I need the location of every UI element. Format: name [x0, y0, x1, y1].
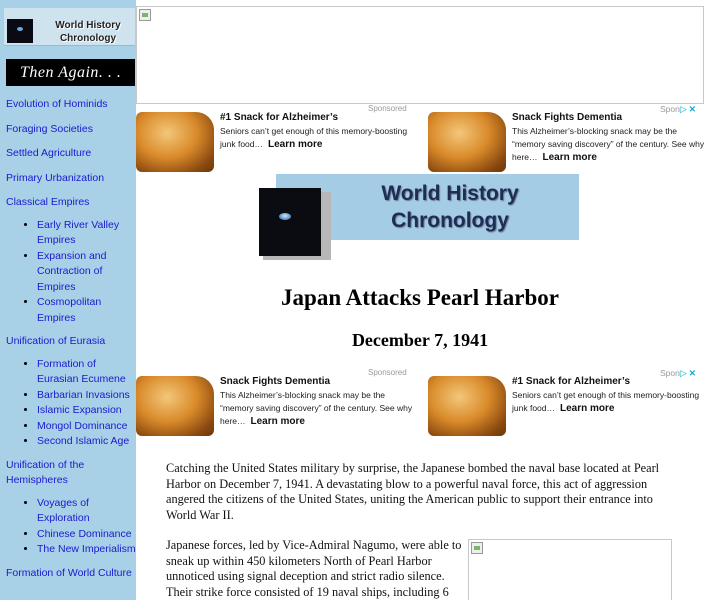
ad-description-text: This Alzheimer’s-blocking snack may be t… [512, 126, 705, 162]
ad-title[interactable]: Snack Fights Dementia [512, 112, 622, 123]
learn-more-link[interactable]: Learn more [251, 416, 305, 427]
earth-icon [7, 19, 33, 43]
nav-subitem-barbarian-invasions[interactable]: Barbarian Invasions [37, 388, 136, 404]
nav-subitem-mongol-dominance[interactable]: Mongol Dominance [37, 419, 136, 435]
learn-more-link[interactable]: Learn more [543, 152, 597, 163]
article-paragraph: Catching the United States military by s… [166, 461, 660, 523]
nav-subitem-chinese-dominance[interactable]: Chinese Dominance [37, 527, 136, 543]
nav-item-unification-of-the-hemispheres[interactable]: Unification of the Hemispheres [6, 458, 136, 489]
page-title: Japan Attacks Pearl Harbor [281, 285, 559, 310]
close-icon[interactable]: ✕ [689, 368, 696, 378]
nav-subitem-second-islamic-age[interactable]: Second Islamic Age [37, 434, 136, 450]
ad-row-1: Sponsored #1 Snack for Alzheimer’s Senio… [136, 104, 704, 172]
ad-choices[interactable]: Spon▷ ✕ [660, 104, 696, 115]
article-paragraph: Japanese forces, led by Vice-Admiral Nag… [166, 538, 462, 600]
ad-image[interactable] [428, 376, 506, 436]
ad-description: Seniors can’t get enough of this memory-… [220, 125, 416, 151]
sidebar-logo[interactable]: World History Chronology [4, 8, 135, 46]
article-image [468, 539, 672, 600]
close-icon[interactable]: ✕ [689, 104, 696, 114]
page-date: December 7, 1941 [351, 330, 489, 350]
nav-item-evolution-of-hominids[interactable]: Evolution of Hominids [6, 97, 136, 113]
nav-item-settled-agriculture[interactable]: Settled Agriculture [6, 146, 136, 162]
ad-description: This Alzheimer’s-blocking snack may be t… [220, 389, 416, 428]
header-logo-text: World History Chronology [381, 182, 519, 232]
ad-title[interactable]: Snack Fights Dementia [220, 376, 330, 387]
nav-subitem-voyages-of-exploration[interactable]: Voyages of Exploration [37, 496, 136, 527]
nav-subitem-expansion-and-contraction[interactable]: Expansion and Contraction of Empires [37, 249, 136, 296]
ad-description: This Alzheimer’s-blocking snack may be t… [512, 125, 708, 164]
sidebar: World History Chronology Then Again. . .… [0, 0, 136, 600]
learn-more-link[interactable]: Learn more [268, 139, 322, 150]
sidebar-logo-text: World History Chronology [55, 20, 121, 44]
ad-choices-icon[interactable]: ▷ [680, 104, 687, 114]
nav-sublist-unification-of-the-hemispheres: Voyages of Exploration Chinese Dominance… [6, 496, 136, 558]
ad-description: Seniors can’t get enough of this memory-… [512, 389, 708, 415]
ad-row-2: Sponsored Snack Fights Dementia This Alz… [136, 368, 704, 436]
top-banner-ad[interactable] [136, 6, 704, 104]
nav-subitem-early-river-valley-empires[interactable]: Early River Valley Empires [37, 218, 136, 249]
nav-subitem-the-new-imperialism[interactable]: The New Imperialism [37, 542, 136, 558]
ad-image[interactable] [136, 112, 214, 172]
nav-subitem-islamic-expansion[interactable]: Islamic Expansion [37, 403, 136, 419]
ad-image[interactable] [428, 112, 506, 172]
ad-choices-label: Spon [660, 104, 680, 114]
nav-item-unification-of-eurasia[interactable]: Unification of Eurasia [6, 334, 136, 350]
ad-choices[interactable]: Spon▷ ✕ [660, 368, 696, 379]
learn-more-link[interactable]: Learn more [560, 403, 614, 414]
nav-subitem-formation-of-eurasian-ecumene[interactable]: Formation of Eurasian Ecumene [37, 357, 136, 388]
ad-card[interactable]: #1 Snack for Alzheimer’s Seniors can’t g… [136, 104, 419, 172]
ad-image[interactable] [136, 376, 214, 436]
tagline-banner: Then Again. . . [6, 59, 135, 86]
nav-subitem-cosmopolitan-empires[interactable]: Cosmopolitan Empires [37, 295, 136, 326]
sidebar-nav: Evolution of Hominids Foraging Societies… [6, 97, 136, 581]
earth-photo-icon [259, 188, 321, 256]
nav-sublist-unification-of-eurasia: Formation of Eurasian Ecumene Barbarian … [6, 357, 136, 450]
ad-card[interactable]: Snack Fights Dementia This Alzheimer’s-b… [136, 368, 419, 436]
nav-item-foraging-societies[interactable]: Foraging Societies [6, 122, 136, 138]
nav-item-primary-urbanization[interactable]: Primary Urbanization [6, 171, 136, 187]
ad-choices-label: Spon [660, 368, 680, 378]
ad-description-text: This Alzheimer’s-blocking snack may be t… [220, 390, 413, 426]
ad-title[interactable]: #1 Snack for Alzheimer’s [220, 112, 338, 123]
broken-image-icon [471, 542, 483, 554]
nav-item-formation-of-world-culture[interactable]: Formation of World Culture [6, 566, 136, 582]
nav-sublist-classical-empires: Early River Valley Empires Expansion and… [6, 218, 136, 327]
nav-item-classical-empires[interactable]: Classical Empires [6, 195, 136, 211]
ad-title[interactable]: #1 Snack for Alzheimer’s [512, 376, 630, 387]
broken-image-icon [139, 9, 151, 21]
ad-choices-icon[interactable]: ▷ [680, 368, 687, 378]
